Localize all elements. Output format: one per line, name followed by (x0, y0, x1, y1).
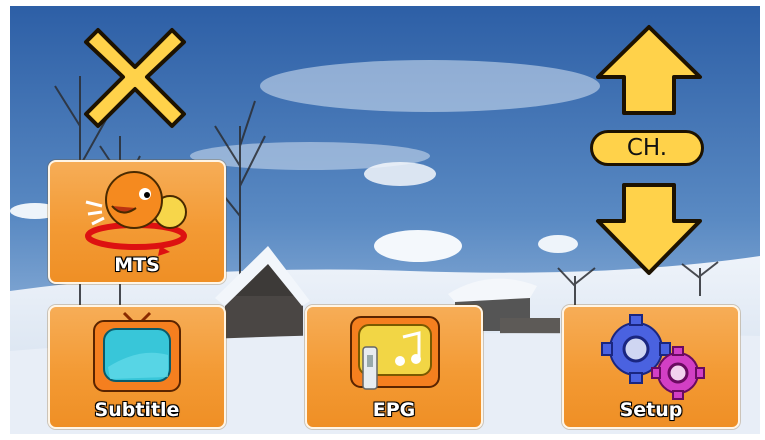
mts-label: MTS (114, 254, 160, 276)
tv-menu-screen: CH. MTS Subtitle EPG Setup (0, 0, 765, 440)
subtitle-label: Subtitle (94, 399, 180, 421)
epg-label: EPG (372, 399, 416, 421)
close-button[interactable] (80, 22, 190, 132)
subtitle-button[interactable]: Subtitle (48, 305, 226, 429)
tv-music-icon (350, 316, 440, 390)
channel-up-button[interactable] (594, 24, 704, 116)
channel-label: CH. (590, 130, 704, 166)
speaking-figures-icon (85, 171, 187, 256)
close-icon (84, 28, 186, 128)
mts-button[interactable]: MTS (48, 160, 226, 284)
tv-icon (93, 311, 181, 392)
setup-label: Setup (619, 399, 683, 421)
channel-down-icon (596, 183, 702, 275)
epg-button[interactable]: EPG (305, 305, 483, 429)
channel-down-button[interactable] (594, 182, 704, 276)
channel-up-icon (596, 25, 702, 115)
setup-button[interactable]: Setup (562, 305, 740, 429)
gears-icon (601, 314, 705, 400)
